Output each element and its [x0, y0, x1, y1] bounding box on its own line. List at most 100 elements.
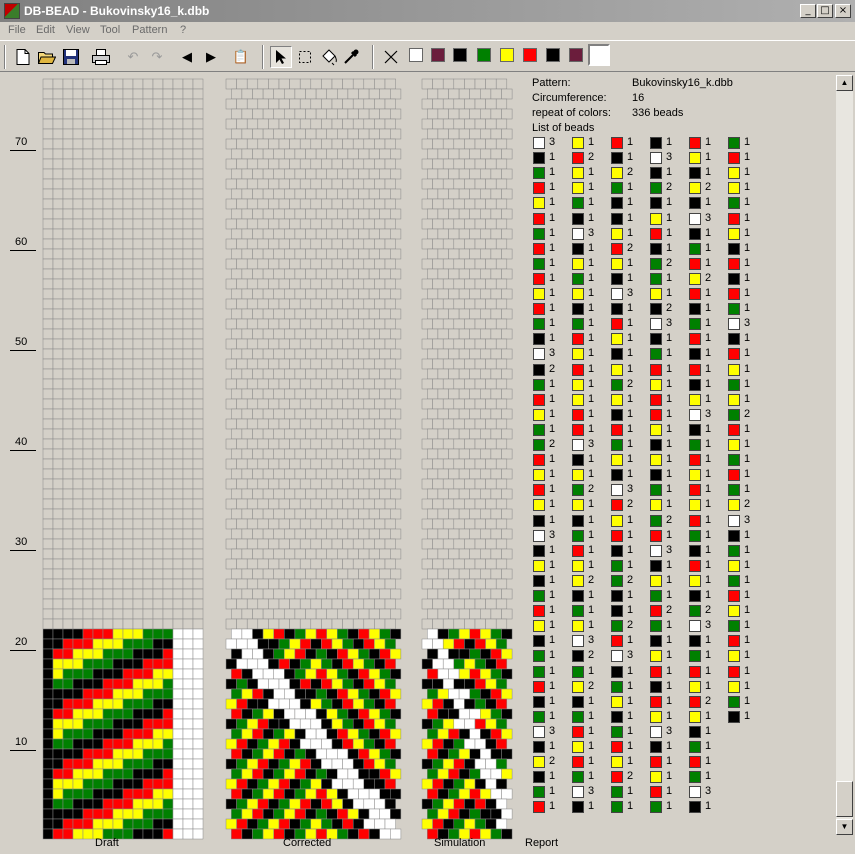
bead-color-swatch	[611, 499, 623, 512]
palette-color-6[interactable]	[523, 48, 537, 62]
arrow-right-icon[interactable]: ▶	[200, 46, 222, 68]
bead-list-label: List of beads	[532, 122, 595, 134]
fill-icon[interactable]	[318, 46, 340, 68]
select-rect-icon[interactable]	[294, 46, 316, 68]
bead-color-swatch	[689, 242, 701, 255]
bead-count: 1	[627, 136, 634, 148]
bead-color-swatch	[650, 710, 662, 723]
bead-color-swatch	[728, 454, 740, 467]
simulation-grid[interactable]	[421, 78, 513, 840]
save-icon[interactable]	[60, 46, 82, 68]
bead-color-swatch	[728, 665, 740, 678]
scroll-down-button[interactable]: ▼	[836, 819, 853, 835]
ruler-tick	[10, 450, 36, 451]
toolbar: ↶ ↷ ◀ ▶ 📋	[0, 40, 855, 72]
bead-count: 3	[588, 634, 595, 647]
bead-count: 1	[549, 151, 556, 164]
bead-color-swatch	[572, 288, 584, 300]
bead-count: 3	[705, 619, 712, 632]
bead-color-swatch	[611, 303, 623, 316]
bead-count: 1	[666, 755, 673, 768]
ruler-tick	[10, 350, 36, 351]
corrected-grid[interactable]	[225, 78, 402, 840]
menu-tool[interactable]: Tool	[100, 24, 120, 36]
maximize-button[interactable]: □	[817, 4, 833, 18]
bead-color-swatch	[689, 423, 701, 436]
bead-color-swatch	[533, 499, 545, 512]
bead-color-swatch	[650, 242, 662, 255]
bead-count: 1	[744, 694, 751, 707]
bead-count: 1	[588, 392, 595, 405]
bead-color-swatch	[689, 318, 701, 331]
open-icon[interactable]	[36, 46, 58, 68]
bead-color-swatch	[689, 363, 701, 376]
bead-color-swatch	[611, 197, 623, 210]
bead-color-swatch	[611, 544, 623, 557]
bead-color-swatch	[728, 574, 740, 587]
bead-count: 1	[588, 196, 595, 209]
bead-count: 1	[744, 438, 751, 450]
palette-color-10[interactable]	[588, 44, 610, 66]
menu-pattern[interactable]: Pattern	[132, 24, 167, 36]
bead-count: 1	[588, 558, 595, 571]
print-icon[interactable]	[90, 46, 112, 68]
bead-color-swatch	[728, 167, 740, 180]
draft-grid[interactable]	[42, 78, 204, 840]
palette-color-4[interactable]	[477, 48, 491, 62]
bead-count: 1	[705, 709, 712, 722]
bead-color-swatch	[611, 559, 623, 572]
bead-color-swatch	[533, 242, 545, 255]
menu-view[interactable]: View	[66, 24, 90, 36]
scroll-thumb[interactable]	[836, 781, 853, 817]
pointer-icon[interactable]	[270, 46, 292, 68]
palette-color-5[interactable]	[500, 48, 514, 62]
close-button[interactable]: ×	[835, 4, 851, 18]
bead-count: 1	[549, 302, 556, 315]
bead-color-swatch	[611, 152, 623, 165]
bead-color-swatch	[728, 333, 740, 346]
palette-color-7[interactable]	[546, 48, 560, 62]
bead-count: 1	[549, 332, 556, 345]
arrow-left-icon[interactable]: ◀	[176, 46, 198, 68]
toolbar-grip	[4, 45, 6, 69]
bead-count: 1	[627, 151, 634, 164]
ruler-label: 50	[15, 336, 28, 348]
bead-count: 2	[627, 241, 634, 254]
bead-color-swatch	[611, 333, 623, 346]
minimize-button[interactable]: _	[800, 4, 816, 18]
vertical-scrollbar[interactable]: ▲ ▼	[836, 75, 853, 835]
palette-color-1[interactable]	[409, 48, 423, 62]
bead-color-swatch	[611, 227, 623, 240]
bead-color-swatch	[572, 333, 584, 346]
bead-color-swatch	[650, 725, 662, 738]
scroll-up-button[interactable]: ▲	[836, 75, 853, 91]
bead-count: 1	[744, 362, 751, 375]
bead-count: 1	[666, 498, 673, 511]
bead-color-swatch	[533, 771, 545, 784]
clear-color-icon[interactable]	[380, 46, 402, 68]
palette-color-2[interactable]	[431, 48, 445, 62]
bead-color-swatch	[689, 499, 701, 512]
bead-count: 1	[705, 226, 712, 239]
bead-count: 1	[666, 287, 673, 299]
bead-count: 3	[666, 724, 673, 737]
eyedropper-icon[interactable]	[340, 46, 362, 68]
undo-icon: ↶	[127, 49, 139, 65]
bead-color-swatch	[572, 801, 584, 814]
bead-count: 3	[627, 287, 634, 299]
palette-color-3[interactable]	[453, 48, 467, 62]
new-icon[interactable]	[12, 46, 34, 68]
bead-color-swatch	[572, 680, 584, 693]
menu-file[interactable]: File	[8, 24, 26, 36]
draft-label: Draft	[95, 837, 119, 849]
bead-count: 1	[705, 528, 712, 541]
palette-color-8[interactable]	[569, 48, 583, 62]
menu-edit[interactable]: Edit	[36, 24, 55, 36]
bead-color-swatch	[611, 212, 623, 225]
bead-count: 1	[588, 181, 595, 194]
bead-color-swatch	[650, 303, 662, 316]
bead-color-swatch	[689, 559, 701, 572]
bead-count: 1	[588, 468, 595, 481]
bead-count: 1	[666, 619, 673, 632]
menu-help[interactable]: ?	[180, 24, 186, 36]
